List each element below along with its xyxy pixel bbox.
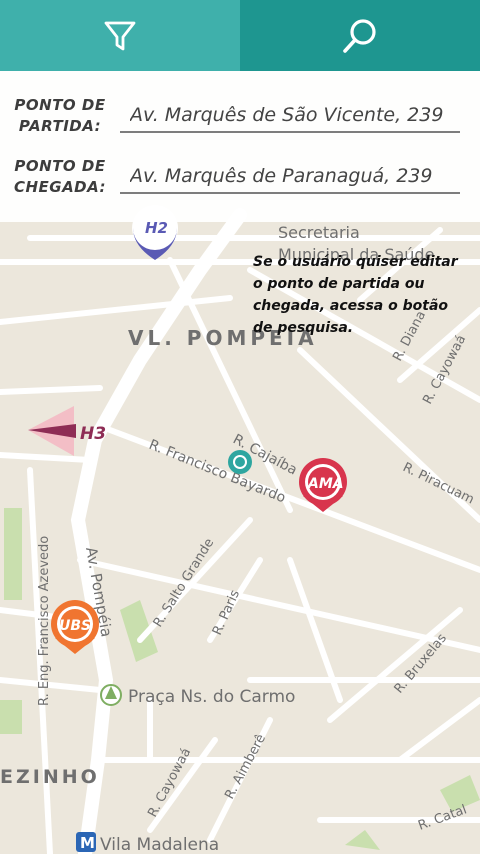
park-area	[4, 508, 22, 600]
start-point-field[interactable]	[120, 99, 460, 133]
user-location-dot[interactable]	[228, 450, 252, 474]
annotation-note: Se o usuário quiser editar o ponto de pa…	[253, 254, 458, 336]
park-area	[0, 700, 22, 734]
search-button[interactable]	[240, 0, 480, 71]
svg-text:H3: H3	[80, 424, 106, 444]
svg-text:M: M	[80, 834, 95, 852]
end-point-field[interactable]	[120, 160, 460, 194]
map-label-neighborhood-2: EZINHO	[0, 766, 100, 788]
svg-text:AMA: AMA	[307, 476, 344, 492]
filter-button[interactable]	[0, 0, 240, 71]
route-form: PONTO DE PARTIDA: PONTO DE CHEGADA:	[0, 71, 480, 222]
start-point-row: PONTO DE PARTIDA:	[0, 93, 480, 153]
search-icon	[343, 18, 376, 53]
map-label-secretaria: Secretaria	[278, 223, 360, 242]
end-point-label: PONTO DE CHEGADA:	[13, 157, 107, 196]
top-toolbar	[0, 0, 480, 71]
filter-icon	[104, 21, 136, 50]
start-point-label: PONTO DE PARTIDA:	[14, 96, 106, 135]
street-label-eng-francisco: R. Eng. Francisco Azevedo	[37, 536, 52, 706]
end-point-row: PONTO DE CHEGADA:	[0, 154, 480, 214]
map-label-metro: Vila Madalena	[100, 835, 219, 854]
svg-text:UBS: UBS	[59, 618, 91, 634]
map-label-praca: Praça Ns. do Carmo	[128, 687, 295, 707]
park-icon	[100, 684, 122, 706]
metro-station-icon: M	[76, 832, 96, 852]
